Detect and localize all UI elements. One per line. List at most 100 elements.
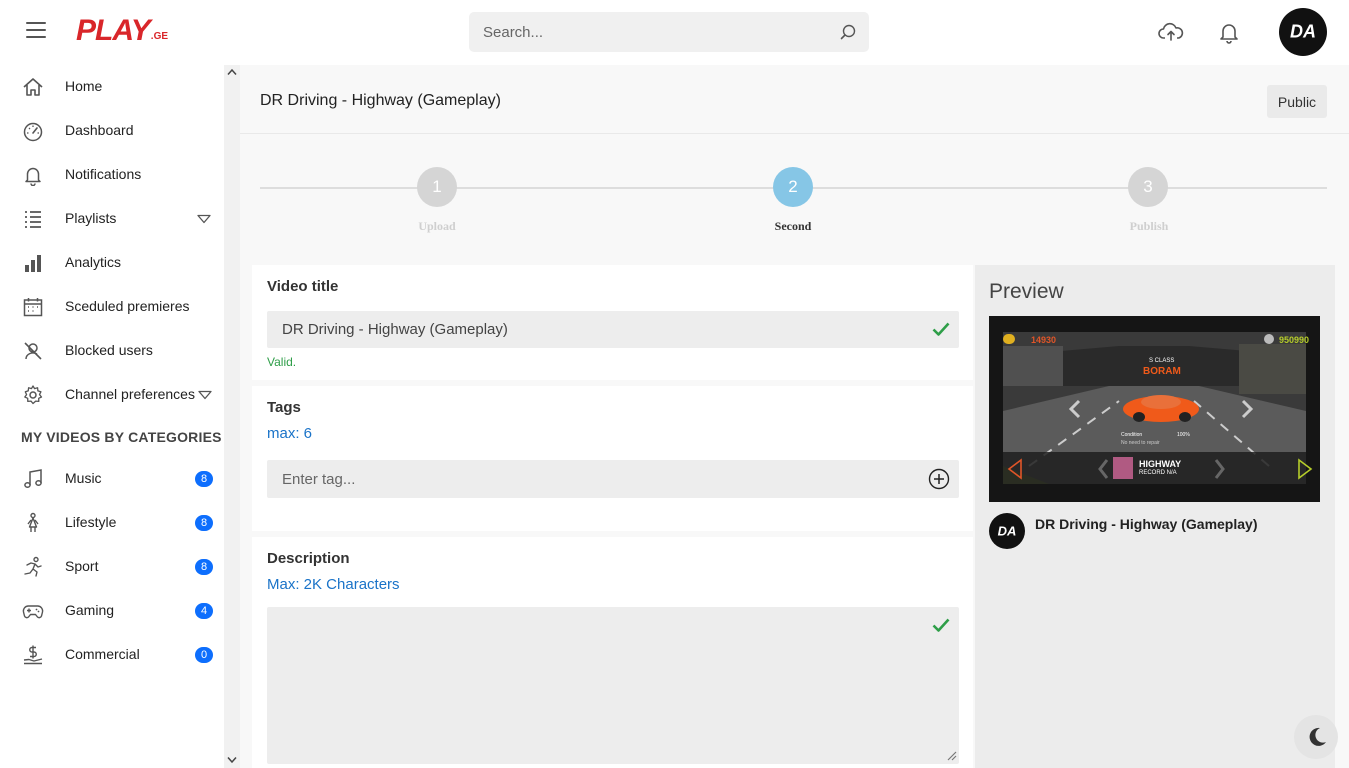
sidebar-item-playlists[interactable]: Playlists bbox=[0, 197, 224, 241]
visibility-button[interactable]: Public bbox=[1267, 85, 1327, 118]
header-divider bbox=[240, 133, 1349, 134]
sidebar-item-sport[interactable]: Sport 8 bbox=[0, 545, 224, 589]
add-tag-icon[interactable] bbox=[928, 468, 950, 490]
thumb-car-name: BORAM bbox=[1143, 366, 1181, 377]
menu-icon[interactable] bbox=[26, 22, 46, 40]
preview-heading: Preview bbox=[989, 280, 1064, 303]
video-title-input[interactable] bbox=[267, 311, 959, 348]
list-icon bbox=[25, 211, 41, 228]
thumb-repair-text: No need to repair bbox=[1121, 440, 1160, 446]
site-logo[interactable]: PLAY .GE bbox=[76, 15, 168, 47]
thumb-mode-record: RECORD N/A bbox=[1139, 470, 1177, 476]
theme-toggle-button[interactable] bbox=[1294, 715, 1338, 759]
avatar-text: DA bbox=[997, 523, 1017, 539]
video-title-card: Video title Valid. bbox=[252, 265, 973, 380]
bell-icon[interactable] bbox=[1216, 20, 1242, 44]
sidebar-item-lifestyle[interactable]: Lifestyle 8 bbox=[0, 501, 224, 545]
description-textarea[interactable] bbox=[267, 607, 959, 764]
sidebar-item-commercial[interactable]: Commercial 0 bbox=[0, 633, 224, 677]
sidebar-item-label: Gaming bbox=[65, 602, 115, 618]
page-title: DR Driving - Highway (Gameplay) bbox=[260, 92, 501, 109]
step-3[interactable]: 3 bbox=[1128, 167, 1168, 207]
sidebar-item-gaming[interactable]: Gaming 4 bbox=[0, 589, 224, 633]
home-icon bbox=[23, 78, 43, 96]
gear-icon bbox=[24, 385, 43, 405]
count-badge: 8 bbox=[195, 559, 213, 575]
sidebar-item-analytics[interactable]: Analytics bbox=[0, 241, 224, 285]
search-icon[interactable] bbox=[839, 23, 857, 41]
sidebar: Home Dashboard Notifications Playlists A… bbox=[0, 65, 224, 768]
validation-message: Valid. bbox=[267, 355, 297, 369]
step-1[interactable]: 1 bbox=[417, 167, 457, 207]
moon-icon bbox=[1309, 727, 1326, 746]
running-icon bbox=[24, 556, 42, 577]
sidebar-item-label: Analytics bbox=[65, 254, 122, 270]
logo-suffix: .GE bbox=[150, 31, 169, 42]
thumb-condition-label: Condition bbox=[1121, 432, 1143, 438]
count-badge: 4 bbox=[195, 603, 213, 619]
chevron-down-icon[interactable] bbox=[198, 390, 212, 400]
sidebar-item-music[interactable]: Music 8 bbox=[0, 457, 224, 501]
sidebar-item-label: Lifestyle bbox=[65, 514, 117, 530]
search-input[interactable] bbox=[469, 12, 829, 52]
sidebar-item-label: Playlists bbox=[65, 210, 117, 226]
calendar-icon bbox=[23, 298, 43, 317]
tags-hint: max: 6 bbox=[267, 425, 313, 442]
sidebar-item-label: Sport bbox=[65, 558, 99, 574]
description-label: Description bbox=[267, 550, 350, 567]
upload-cloud-icon[interactable] bbox=[1158, 20, 1184, 44]
thumb-score-left: 14930 bbox=[1031, 335, 1057, 345]
thumb-class-text: S CLASS bbox=[1149, 358, 1175, 364]
sidebar-item-label: Channel preferences bbox=[65, 386, 195, 402]
music-icon bbox=[24, 469, 42, 488]
categories-heading: MY VIDEOS BY CATEGORIES bbox=[21, 429, 222, 445]
preview-panel: Preview 14930 950990 S CLASS BORAM Condi… bbox=[975, 265, 1335, 768]
sidebar-item-channel-preferences[interactable]: Channel preferences bbox=[0, 373, 224, 417]
check-icon bbox=[932, 618, 950, 632]
lifestyle-icon bbox=[27, 512, 39, 532]
sidebar-item-label: Music bbox=[65, 470, 102, 486]
tags-label: Tags bbox=[267, 399, 301, 416]
step-2[interactable]: 2 bbox=[773, 167, 813, 207]
sidebar-item-label: Blocked users bbox=[65, 342, 153, 358]
count-badge: 8 bbox=[195, 515, 213, 531]
video-title-label: Video title bbox=[267, 278, 339, 295]
sidebar-item-blocked-users[interactable]: Blocked users bbox=[0, 329, 224, 373]
chevron-down-icon[interactable] bbox=[197, 214, 211, 224]
resize-handle-icon[interactable] bbox=[945, 749, 957, 761]
tags-card: Tags max: 6 bbox=[252, 386, 973, 531]
thumb-condition-value: 100% bbox=[1177, 432, 1190, 438]
preview-video-title: DR Driving - Highway (Gameplay) bbox=[1035, 516, 1258, 532]
tag-input[interactable] bbox=[267, 460, 959, 498]
sidebar-item-dashboard[interactable]: Dashboard bbox=[0, 109, 224, 153]
video-thumbnail[interactable]: 14930 950990 S CLASS BORAM Condition 100… bbox=[989, 316, 1320, 502]
sidebar-item-home[interactable]: Home bbox=[0, 65, 224, 109]
channel-avatar[interactable]: DA bbox=[989, 513, 1025, 549]
thumb-score-right: 950990 bbox=[1279, 335, 1310, 345]
sidebar-item-scheduled-premieres[interactable]: Sceduled premieres bbox=[0, 285, 224, 329]
description-hint: Max: 2K Characters bbox=[267, 576, 400, 593]
top-bar: PLAY .GE DA bbox=[0, 0, 1349, 65]
scroll-down-icon[interactable] bbox=[227, 756, 237, 764]
check-icon bbox=[932, 322, 950, 336]
sidebar-item-label: Commercial bbox=[65, 646, 140, 662]
bar-chart-icon bbox=[25, 255, 41, 272]
avatar-text: DA bbox=[1290, 21, 1316, 42]
count-badge: 8 bbox=[195, 471, 213, 487]
speedometer-icon bbox=[23, 122, 43, 142]
search-bar bbox=[469, 12, 869, 52]
gamepad-icon bbox=[22, 605, 44, 619]
step-label-upload: Upload bbox=[418, 219, 456, 233]
sidebar-item-notifications[interactable]: Notifications bbox=[0, 153, 224, 197]
thumb-mode-title: HIGHWAY bbox=[1139, 459, 1182, 469]
step-label-second: Second bbox=[774, 219, 812, 233]
sidebar-item-label: Dashboard bbox=[65, 122, 134, 138]
sidebar-item-label: Notifications bbox=[65, 166, 142, 182]
description-card: Description Max: 2K Characters bbox=[252, 537, 973, 768]
dollar-icon bbox=[23, 645, 43, 665]
bell-icon bbox=[25, 167, 41, 186]
main-content: DR Driving - Highway (Gameplay) Public 1… bbox=[240, 65, 1349, 768]
scroll-up-icon[interactable] bbox=[227, 68, 237, 76]
sidebar-scrollbar[interactable] bbox=[224, 65, 240, 768]
user-avatar[interactable]: DA bbox=[1279, 8, 1327, 56]
